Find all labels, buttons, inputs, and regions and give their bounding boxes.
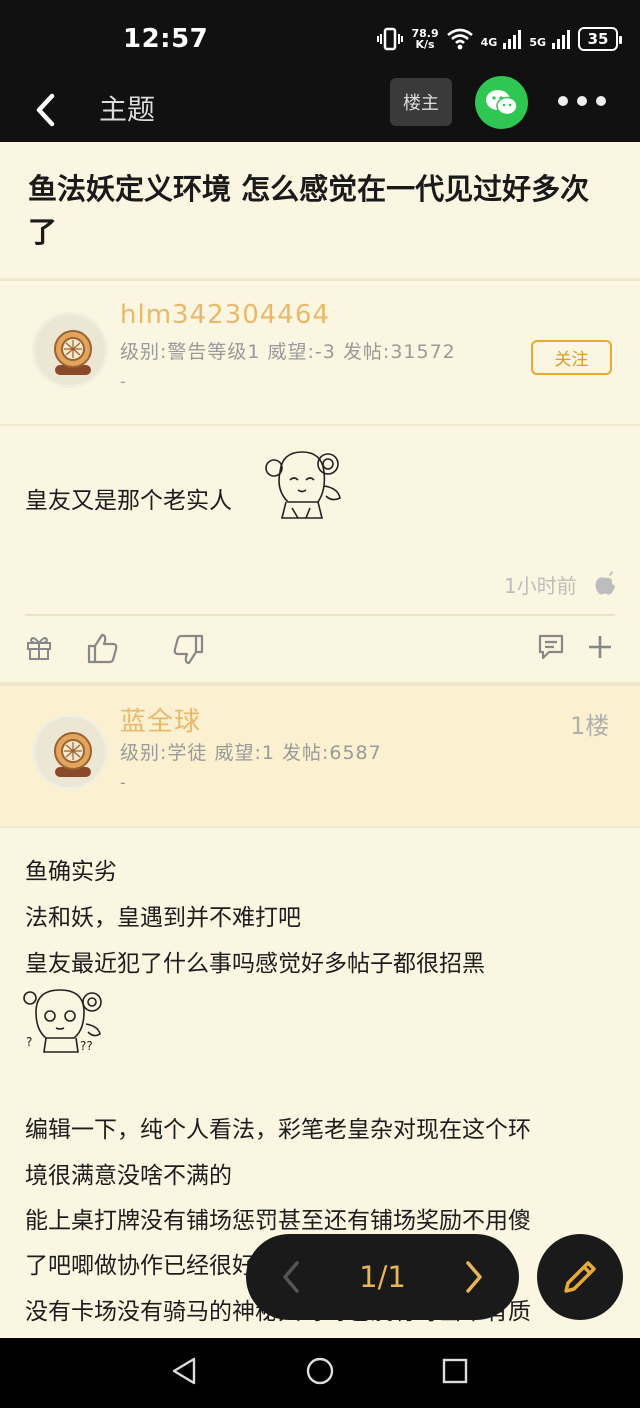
post-line: 皇友最近犯了什么事吗感觉好多帖子都很招黑 xyxy=(25,951,485,977)
divider xyxy=(0,424,640,426)
divider xyxy=(25,614,615,616)
pencil-icon xyxy=(564,1261,596,1293)
wifi-icon xyxy=(446,28,473,50)
username[interactable]: 蓝全球 xyxy=(120,701,201,738)
next-page-button[interactable] xyxy=(459,1257,489,1297)
signal-bars-icon xyxy=(552,29,570,49)
page-title: 主题 xyxy=(99,93,156,126)
back-icon[interactable] xyxy=(30,90,62,130)
svg-text:?: ? xyxy=(26,1035,32,1049)
gift-icon[interactable] xyxy=(25,633,53,661)
net-speed: 78.9 K/s xyxy=(411,27,439,51)
user-meta: 级别:警告等级1 威望:-3 发帖:31572 xyxy=(120,341,456,363)
thumbs-up-icon[interactable] xyxy=(87,632,119,664)
system-nav-bar xyxy=(0,1338,640,1408)
apple-icon xyxy=(595,571,615,595)
divider xyxy=(0,826,640,828)
thumbs-down-icon[interactable] xyxy=(172,634,204,666)
only-op-button[interactable]: 楼主 xyxy=(390,78,452,126)
divider xyxy=(0,278,640,281)
post-line: 了吧唧做协作已经很好了 xyxy=(25,1253,278,1279)
post-line: 境很满意没啥不满的 xyxy=(25,1163,232,1189)
more-icon[interactable] xyxy=(558,96,606,106)
post-content: 皇友又是那个老实人 xyxy=(25,488,232,514)
username[interactable]: hlm342304464 xyxy=(120,300,330,330)
user-meta: 级别:学徒 威望:1 发帖:6587 xyxy=(120,742,382,764)
avatar[interactable] xyxy=(32,312,108,388)
topic-title: 鱼法妖定义环境 怎么感觉在一代见过好多次了 xyxy=(28,172,590,249)
anime-sticker-icon: ? ?? xyxy=(23,989,102,1053)
plus-icon[interactable] xyxy=(587,634,613,660)
post-line: 法和妖，皇遇到并不难打吧 xyxy=(25,905,301,931)
comment-icon[interactable] xyxy=(537,633,565,661)
system-back-icon[interactable] xyxy=(170,1356,198,1386)
chevron-right-icon xyxy=(466,1261,482,1293)
signal-4g: 4G xyxy=(481,29,522,49)
page-indicator[interactable]: 1/1 xyxy=(359,1260,406,1294)
page-navigator: 1/1 xyxy=(246,1234,519,1320)
post-line: 编辑一下，纯个人看法，彩笔老皇杂对现在这个环 xyxy=(25,1117,531,1143)
system-recent-apps-icon[interactable] xyxy=(442,1358,468,1384)
divider xyxy=(0,682,640,686)
status-bar: 12:57 78.9 K/s 4G 5G 35 xyxy=(0,0,640,78)
avatar[interactable] xyxy=(32,714,108,790)
diving-helmet-icon xyxy=(35,315,105,385)
floor-number: 1楼 xyxy=(570,712,610,740)
post-time: 1小时前 xyxy=(504,574,577,598)
signal-bars-icon xyxy=(503,29,522,49)
post-line: 鱼确实劣 xyxy=(25,859,117,885)
user-signature: - xyxy=(120,773,126,792)
vibrate-icon xyxy=(377,27,404,51)
signal-5g: 5G xyxy=(529,29,570,49)
wechat-icon xyxy=(485,89,518,115)
user-signature: - xyxy=(120,372,126,391)
svg-text:??: ?? xyxy=(80,1039,93,1053)
chevron-left-icon xyxy=(283,1261,299,1293)
follow-button[interactable]: 关注 xyxy=(531,340,612,375)
anime-sticker-icon xyxy=(265,451,341,519)
system-home-icon[interactable] xyxy=(305,1356,335,1386)
reply-button[interactable] xyxy=(537,1234,623,1320)
battery-icon: 35 xyxy=(578,27,622,51)
prev-page-button[interactable] xyxy=(276,1257,306,1297)
wechat-share-button[interactable] xyxy=(475,76,528,129)
top-nav-bar: 主题 楼主 xyxy=(0,76,640,142)
status-time: 12:57 xyxy=(123,24,209,54)
status-icons: 78.9 K/s 4G 5G 35 xyxy=(377,26,622,52)
